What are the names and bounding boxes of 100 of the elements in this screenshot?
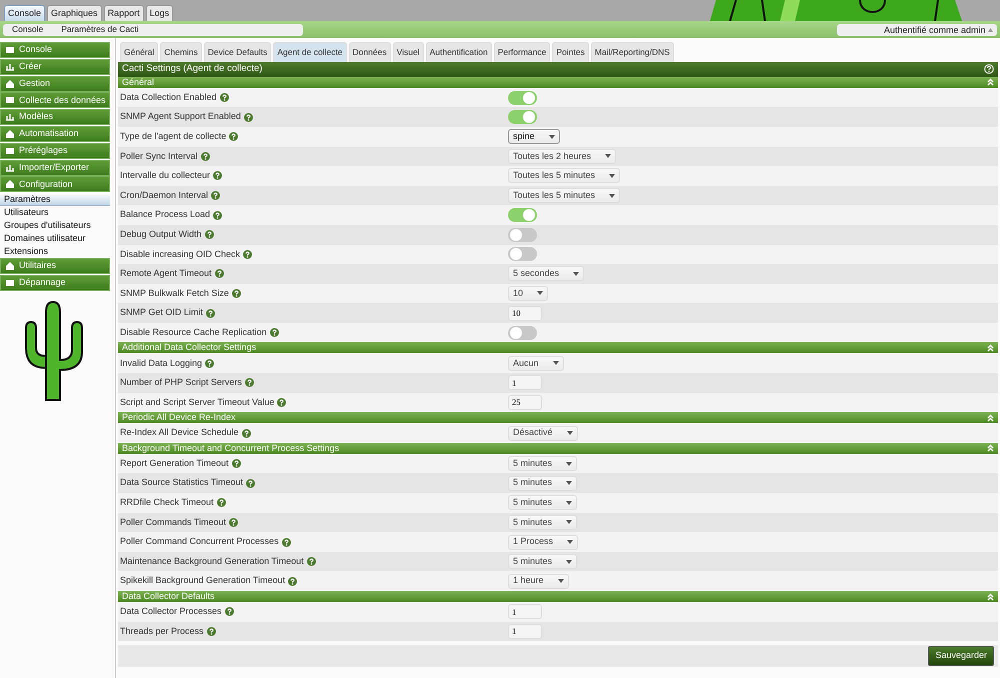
settings-tab[interactable]: Mail/Reporting/DNS	[590, 42, 674, 62]
settings-tab[interactable]: Général	[120, 42, 158, 62]
help-icon[interactable]	[244, 112, 253, 122]
field-label: Number of PHP Script Servers	[120, 376, 242, 390]
settings-tab[interactable]: Agent de collecte	[273, 42, 347, 62]
help-icon[interactable]	[216, 498, 226, 508]
help-icon[interactable]	[242, 428, 251, 438]
user-menu[interactable]: Authentifié comme admin	[837, 24, 997, 36]
section-title: Général	[122, 76, 154, 88]
breadcrumb-link[interactable]: Console	[3, 23, 52, 36]
dropdown[interactable]: 5 minutes	[508, 456, 578, 472]
help-icon[interactable]	[224, 607, 234, 616]
menu-link[interactable]: Paramètres	[0, 193, 110, 206]
nav-tab[interactable]: Logs	[146, 5, 174, 21]
help-icon[interactable]	[277, 398, 286, 407]
help-icon[interactable]	[206, 626, 216, 636]
help-icon[interactable]	[206, 308, 215, 318]
field-label: Type de l'agent de collecte	[120, 130, 226, 143]
dropdown[interactable]: spine	[508, 129, 560, 144]
menu-header[interactable]: Utilitaires	[0, 258, 110, 274]
dropdown[interactable]: Toutes les 2 heures	[508, 148, 616, 164]
help-icon[interactable]	[214, 269, 224, 278]
settings-tab[interactable]: Pointes	[552, 42, 589, 62]
dropdown[interactable]: Toutes les 5 minutes	[508, 168, 620, 184]
field-label: Balance Process Load	[120, 208, 210, 222]
menu-header[interactable]: Console	[0, 42, 110, 58]
menu-link[interactable]: Extensions	[0, 245, 110, 258]
menu-header[interactable]: Préréglages	[0, 142, 110, 159]
toggle-switch[interactable]	[508, 110, 537, 124]
menu-header[interactable]: Dépannage	[0, 274, 110, 291]
menu-header[interactable]: Gestion	[0, 76, 110, 92]
settings-tab[interactable]: Device Defaults	[204, 42, 272, 62]
help-icon[interactable]	[288, 576, 298, 586]
caret-icon	[537, 291, 544, 296]
dropdown[interactable]: 5 minutes	[508, 495, 578, 510]
help-icon[interactable]	[200, 152, 210, 161]
menu-header[interactable]: Modèles	[0, 109, 110, 126]
toggle-switch[interactable]	[508, 247, 537, 262]
settings-tab[interactable]: Données	[348, 42, 391, 62]
dropdown[interactable]: 5 minutes	[508, 476, 578, 491]
help-icon[interactable]	[213, 210, 222, 220]
input-field[interactable]: 10	[508, 306, 542, 321]
collapse-icon[interactable]	[987, 78, 994, 86]
dropdown[interactable]: 5 minutes	[508, 514, 578, 530]
dropdown[interactable]: 5 secondes	[508, 266, 584, 282]
help-icon[interactable]	[984, 64, 994, 74]
help-icon[interactable]	[204, 230, 214, 240]
help-icon[interactable]	[213, 171, 222, 180]
collapse-icon[interactable]	[987, 344, 994, 352]
dropdown[interactable]: Toutes les 5 minutes	[508, 188, 620, 204]
settings-tab[interactable]: Chemins	[160, 42, 202, 62]
nav-tab[interactable]: Console	[4, 5, 46, 21]
help-icon[interactable]	[220, 93, 229, 102]
input-field[interactable]: 1	[508, 375, 542, 390]
help-icon[interactable]	[244, 378, 254, 388]
dropdown[interactable]: 5 minutes	[508, 554, 578, 570]
help-icon[interactable]	[270, 328, 279, 338]
input-field[interactable]: 1	[508, 624, 542, 639]
menu-link[interactable]: Utilisateurs	[0, 206, 110, 220]
nav-tab[interactable]: Rapport	[104, 5, 144, 21]
collapse-icon[interactable]	[987, 592, 994, 600]
dropdown[interactable]: 10	[508, 286, 548, 301]
menu-link[interactable]: Groupes d'utilisateurs	[0, 219, 110, 232]
toggle-switch[interactable]	[508, 326, 537, 340]
help-icon[interactable]	[246, 478, 256, 488]
collapse-icon[interactable]	[987, 414, 994, 422]
help-icon[interactable]	[282, 538, 291, 547]
input-field[interactable]: 1	[508, 604, 542, 620]
dropdown[interactable]: 1 Process	[508, 534, 578, 550]
save-button[interactable]: Sauvegarder	[928, 646, 994, 666]
dropdown[interactable]: 1 heure	[508, 574, 569, 589]
caret-icon	[566, 481, 572, 486]
dropdown[interactable]: Aucun	[508, 356, 564, 371]
menu-header[interactable]: Automatisation	[0, 126, 110, 142]
menu-header[interactable]: Configuration	[0, 176, 110, 192]
help-icon[interactable]	[211, 191, 220, 200]
help-icon[interactable]	[229, 132, 238, 142]
settings-tab[interactable]: Visuel	[392, 42, 424, 62]
help-icon[interactable]	[243, 250, 252, 259]
toggle-switch[interactable]	[508, 228, 537, 242]
help-icon[interactable]	[205, 358, 214, 368]
toggle-switch[interactable]	[508, 90, 537, 105]
menu-header[interactable]: Importer/Exporter	[0, 160, 110, 176]
settings-tab[interactable]: Authentification	[426, 42, 492, 62]
menu-link[interactable]: Domaines utilisateur	[0, 232, 110, 246]
menu-header[interactable]: Collecte des données	[0, 92, 110, 108]
help-icon[interactable]	[232, 288, 241, 298]
help-icon[interactable]	[306, 557, 316, 566]
dropdown[interactable]: Désactivé	[508, 426, 578, 441]
help-icon[interactable]	[232, 459, 241, 468]
help-icon[interactable]	[229, 518, 238, 527]
nav-tab[interactable]: Graphiques	[47, 5, 102, 21]
input-field[interactable]: 25	[508, 394, 542, 410]
menu-header[interactable]: Créer	[0, 58, 110, 75]
field-label: Poller Sync Interval	[120, 150, 198, 163]
breadcrumb-link[interactable]: Paramètres de Cacti	[52, 23, 148, 36]
menu-icon	[6, 164, 14, 172]
settings-tab[interactable]: Performance	[494, 42, 550, 62]
toggle-switch[interactable]	[508, 208, 537, 222]
collapse-icon[interactable]	[987, 444, 994, 452]
